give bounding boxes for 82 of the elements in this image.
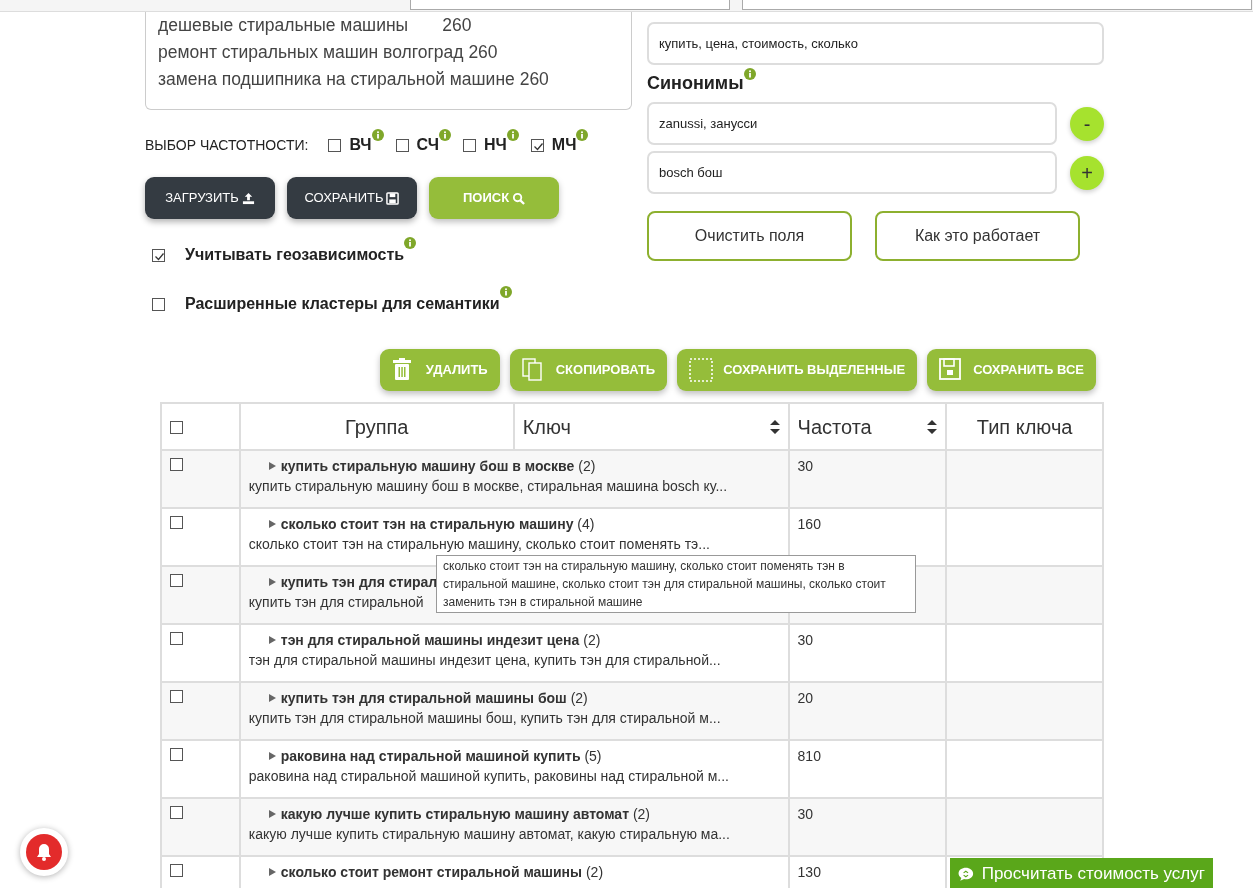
group-name[interactable]: купить стиральную машину бош в москве (2) (280, 457, 596, 475)
info-icon (371, 129, 384, 141)
checkbox[interactable] (170, 864, 183, 877)
checkbox[interactable] (463, 138, 476, 152)
checkbox[interactable] (170, 632, 183, 645)
expand-arrow-icon[interactable] (268, 752, 276, 760)
frequency-value: 30 (797, 806, 814, 822)
frequency-option-label: МЧ (551, 135, 577, 155)
info-icon (576, 129, 589, 141)
group-name[interactable]: раковина над стиральной машиной купить (5) (280, 747, 602, 765)
expand-arrow-icon[interactable] (268, 868, 276, 876)
help-button[interactable]: Как это работает (875, 211, 1080, 261)
checkbox[interactable] (328, 138, 342, 152)
info-icon (499, 286, 512, 298)
info-icon (404, 237, 417, 249)
checkbox[interactable] (170, 458, 183, 471)
tooltip: сколько стоит тэн на стиральную машину, сколько стоит поменять тэн в стиральной машине, сколько стоит тэн для стиральной машины, сколько стоит заменить тэн в стиральной машине (436, 555, 916, 613)
search-field[interactable] (742, 0, 1252, 10)
frequency-value: 30 (797, 632, 814, 648)
group-name[interactable]: купить тэн для стирал (280, 573, 438, 591)
checkbox[interactable] (170, 574, 183, 587)
sort-icon[interactable] (769, 419, 780, 434)
checkbox[interactable] (152, 248, 165, 262)
checkbox[interactable] (170, 420, 183, 434)
frequency-value: 160 (797, 516, 821, 532)
checkbox[interactable] (170, 690, 183, 703)
group-keywords: купить тэн для стиральной машины бош, купить тэн для стиральной м... (248, 709, 721, 727)
column-header[interactable]: Группа (239, 403, 514, 450)
expand-arrow-icon[interactable] (268, 694, 276, 702)
remove-button[interactable]: - (1070, 106, 1104, 141)
group-name[interactable]: тэн для стиральной машины индезит цена (2) (280, 631, 601, 649)
expand-arrow-icon[interactable] (268, 520, 276, 528)
search-icon (512, 192, 526, 206)
group-name[interactable]: какую лучше купить стиральную машину автомат (2) (280, 805, 650, 823)
checkbox[interactable] (170, 748, 183, 761)
group-keywords: купить стиральную машину бош в москве, стиральная машина bosch ку... (248, 477, 728, 495)
frequency-option-label: ВЧ (349, 135, 372, 155)
info-icon (439, 129, 451, 141)
save-button[interactable]: СОХРАНИТЬ (287, 177, 417, 219)
checkbox[interactable] (530, 138, 544, 152)
info-icon (506, 129, 519, 141)
sortable-column-header[interactable]: Частота (788, 403, 947, 450)
group-keywords: купить тэн для стиральной (248, 593, 424, 611)
bell-icon (24, 832, 64, 872)
upload-icon (241, 192, 255, 206)
expand-arrow-icon[interactable] (268, 578, 276, 586)
address-field[interactable] (410, 0, 730, 10)
frequency-value: 30 (797, 458, 814, 474)
checkbox[interactable] (395, 138, 409, 152)
group-keywords: тэн для стиральной машины индезит цена, купить тэн для стиральной... (248, 651, 721, 669)
info-icon (743, 68, 756, 80)
frequency-value: 810 (797, 748, 821, 764)
clear-button[interactable]: Очистить поля (647, 211, 852, 261)
group-name[interactable]: сколько стоит тэн на стиральную машину (4) (280, 515, 595, 533)
selection-icon (689, 358, 714, 382)
frequency-value: 130 (797, 864, 821, 880)
frequency-option-label: СЧ (416, 135, 439, 155)
checkbox[interactable] (170, 806, 183, 819)
group-keywords: какую лучше купить стиральную машину автомат, какую стиральную ма... (248, 825, 730, 843)
frequency-value: 20 (797, 690, 814, 706)
group-keywords: сколько стоит тэн на стиральную машину, сколько стоит поменять тэ... (248, 535, 710, 553)
add-button[interactable]: + (1070, 155, 1104, 190)
notification-button[interactable] (20, 828, 68, 876)
group-name[interactable]: купить тэн для стиральной машины бош (2) (280, 689, 588, 707)
group-keywords: раковина над стиральной машиной купить, раковины над стиральной м... (248, 767, 729, 785)
frequency-label: ВЫБОР ЧАСТОТНОСТИ: (145, 135, 309, 155)
option-label: Учитывать геозависимость (185, 245, 405, 265)
upload-button[interactable]: ЗАГРУЗИТЬ (145, 177, 275, 219)
expand-arrow-icon[interactable] (268, 636, 276, 644)
synonym-field[interactable]: zanussi, занусси (647, 102, 1057, 145)
sortable-column-header[interactable]: Ключ (513, 403, 789, 450)
sort-icon[interactable] (927, 419, 938, 434)
keywords-textarea[interactable]: дешевые стиральные машины 260 ремонт стиральных машин волгоград 260 замена подшипника на стиральной машине 260 (145, 12, 632, 110)
expand-arrow-icon[interactable] (268, 462, 276, 470)
stop-words-field[interactable]: купить, цена, стоимость, сколько (647, 22, 1104, 65)
option-label: Расширенные кластеры для семантики (185, 294, 500, 314)
checkbox[interactable] (152, 297, 165, 311)
synonyms-heading: Синонимы (647, 72, 744, 95)
checkbox[interactable] (170, 516, 183, 529)
synonym-field[interactable]: bosch бош (647, 151, 1057, 194)
expand-arrow-icon[interactable] (268, 810, 276, 818)
frequency-option-label: НЧ (484, 135, 507, 155)
